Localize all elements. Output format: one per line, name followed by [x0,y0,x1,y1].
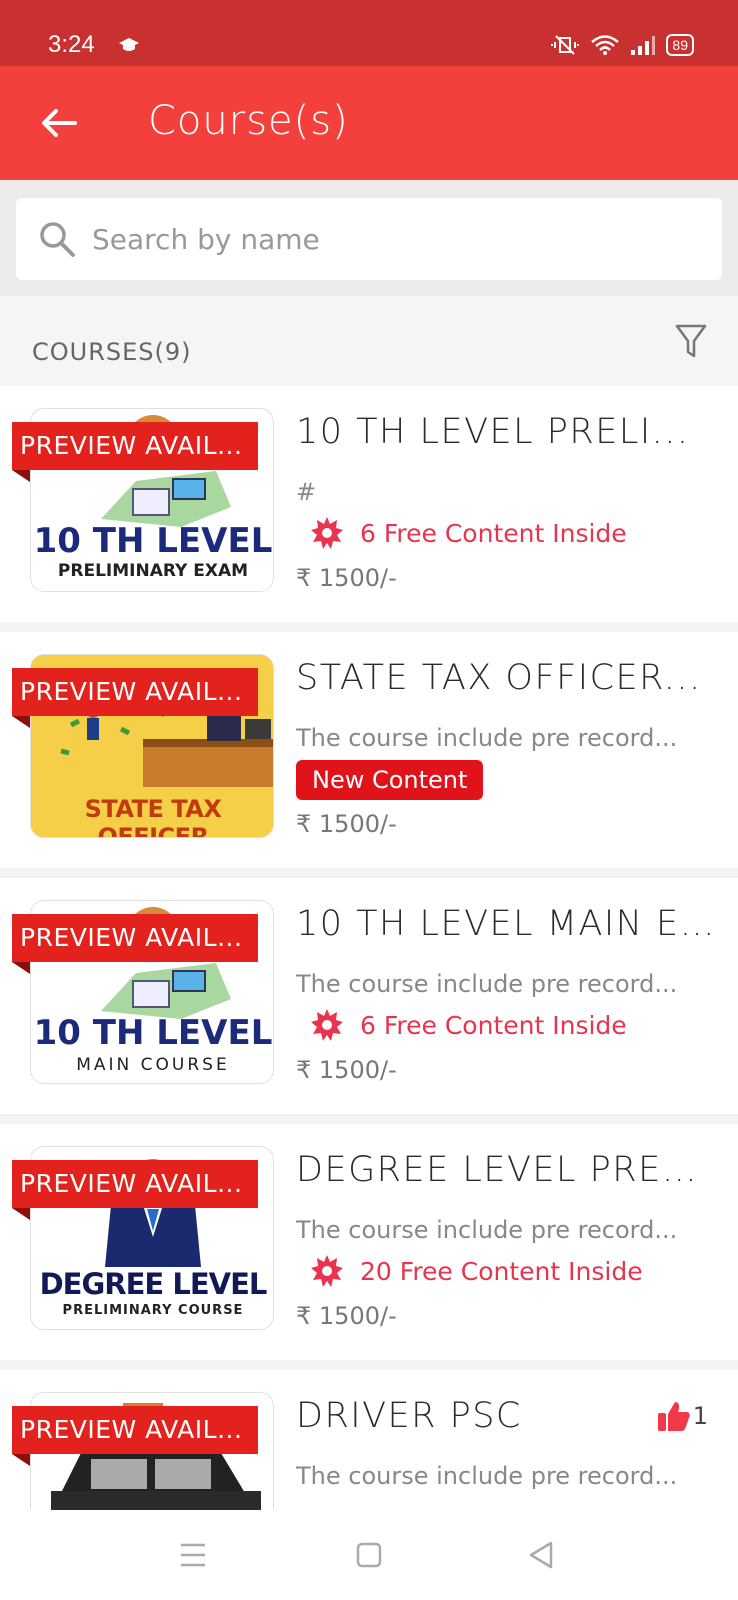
starburst-badge-icon [311,517,343,549]
thumb-subtitle: MAIN COURSE [76,1055,230,1075]
graduation-cap-icon [119,38,139,51]
page-title: Course(s) [148,98,349,144]
course-price: ₹ 1500/- [296,1302,397,1330]
back-button[interactable] [36,100,82,146]
menu-icon [181,1543,205,1567]
course-description: # [296,478,317,506]
course-card[interactable]: DEGREE LEVEL PRELIMINARY COURSE PREVIEW … [0,1124,738,1360]
course-list: 10 TH LEVEL PRELIMINARY EXAM PREVIEW AVA… [0,386,738,1510]
course-description: The course include pre record... [296,970,678,998]
like-button[interactable]: 1 [657,1400,708,1432]
ribbon-fold [12,962,30,974]
course-title: DEGREE LEVEL PREL... [296,1150,716,1190]
course-description: The course include pre record... [296,1462,678,1490]
preview-ribbon: PREVIEW AVAIL... [12,1406,258,1454]
triangle-back-icon [529,1541,553,1569]
status-time: 3:24 [48,31,95,58]
thumb-title: STATE TAX OFFICER [84,795,222,838]
thumbs-up-icon [657,1402,690,1431]
course-card[interactable]: STATE TAX OFFICER PREVIEW AVAIL... STATE… [0,632,738,868]
search-icon [40,222,75,257]
preview-ribbon: PREVIEW AVAIL... [12,914,258,962]
new-content-badge: New Content [296,760,484,800]
thumb-subtitle: PRELIMINARY COURSE [62,1303,244,1318]
free-content-link[interactable]: 20 Free Content Inside [310,1254,643,1288]
course-description: The course include pre record... [296,1216,678,1244]
thumb-title: 10 TH LEVEL [33,521,273,561]
ribbon-fold [12,1208,30,1220]
like-count: 1 [692,1402,708,1430]
preview-ribbon: PREVIEW AVAIL... [12,1160,258,1208]
starburst-badge-icon [311,1255,343,1287]
arrow-left-icon [42,109,77,137]
square-home-icon [356,1542,382,1568]
back-nav-button[interactable] [518,1532,564,1578]
free-content-label: 20 Free Content Inside [360,1256,643,1286]
ribbon-fold [12,470,30,482]
course-card[interactable]: PREVIEW AVAIL... DRIVER PSC 1 The course… [0,1370,738,1510]
course-card[interactable]: 10 TH LEVEL PRELIMINARY EXAM PREVIEW AVA… [0,386,738,622]
course-title: DRIVER PSC [296,1396,522,1436]
home-nav-button[interactable] [346,1532,392,1578]
ribbon-fold [12,1454,30,1466]
vibrate-mute-icon [551,35,580,55]
course-price: ₹ 1500/- [296,810,397,838]
starburst-badge-icon [311,1009,343,1041]
course-price: ₹ 1500/- [296,564,397,592]
thumb-title: DEGREE LEVEL [39,1267,268,1301]
system-nav-bar [0,1510,738,1600]
status-icons: 89 [550,34,694,56]
free-content-label: 6 Free Content Inside [360,518,627,548]
search-input[interactable] [92,222,672,256]
app-bar: Course(s) [0,66,738,180]
thumb-subtitle: PRELIMINARY EXAM [57,561,249,581]
signal-icon [631,36,656,55]
courses-count-label: COURSES(9) [32,338,192,366]
free-content-link[interactable]: 6 Free Content Inside [310,516,627,550]
battery-indicator: 89 [666,34,694,56]
search-box[interactable] [16,198,722,280]
filter-icon[interactable] [674,322,708,360]
course-description: The course include pre record... [296,724,678,752]
preview-ribbon: PREVIEW AVAIL... [12,668,258,716]
wifi-icon [591,35,620,55]
preview-ribbon: PREVIEW AVAIL... [12,422,258,470]
course-title: 10 TH LEVEL PRELI... [296,412,690,452]
thumb-title: 10 TH LEVEL [33,1013,273,1053]
course-price: ₹ 1500/- [296,1056,397,1084]
free-content-link[interactable]: 6 Free Content Inside [310,1008,627,1042]
menu-nav-button[interactable] [170,1532,216,1578]
ribbon-fold [12,716,30,728]
free-content-label: 6 Free Content Inside [360,1010,627,1040]
search-area [0,180,738,296]
course-card[interactable]: 10 TH LEVEL MAIN COURSE PREVIEW AVAIL...… [0,878,738,1114]
status-bar: 3:24 89 [0,0,738,66]
course-title: 10 TH LEVEL MAIN E... [296,904,716,944]
courses-header: COURSES(9) [0,296,738,386]
course-title: STATE TAX OFFICER... [296,658,702,698]
